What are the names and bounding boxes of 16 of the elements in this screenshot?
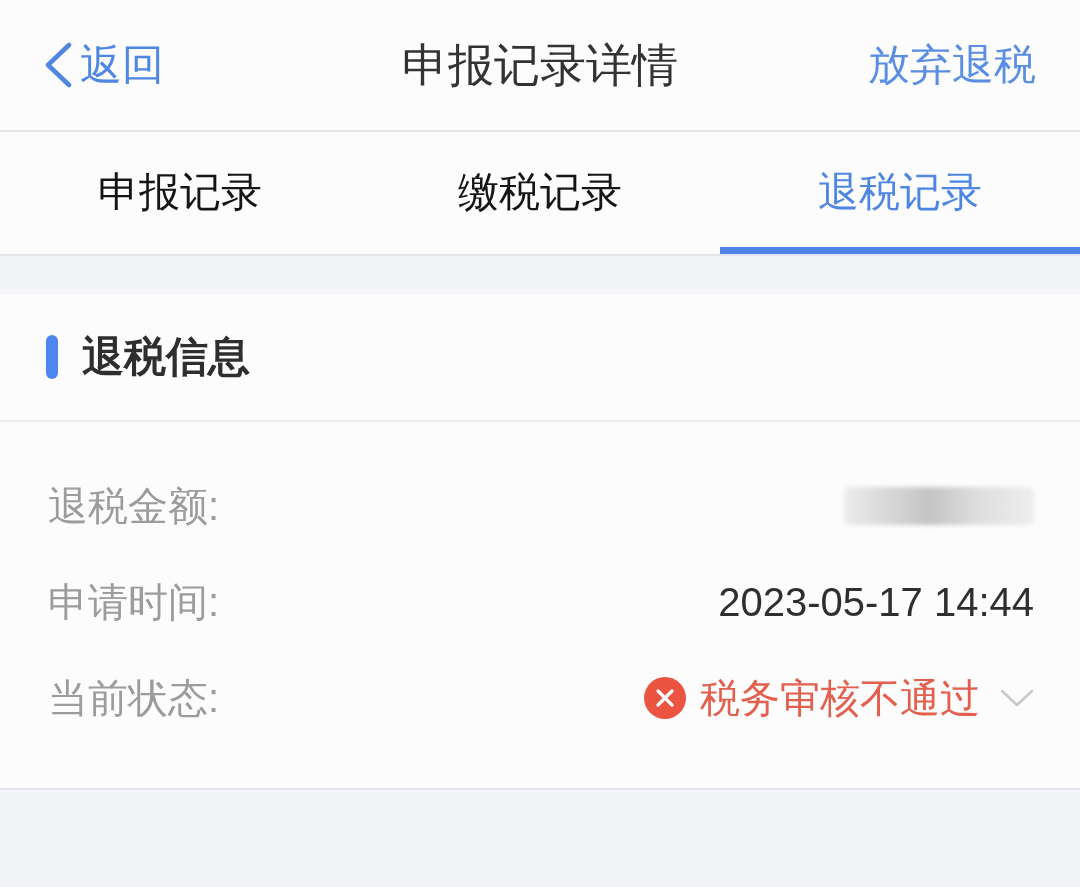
back-chevron-icon	[44, 42, 72, 88]
section-title: 退税信息	[82, 336, 250, 378]
tab[interactable]: 退税记录	[720, 132, 1080, 254]
tab[interactable]: 缴税记录	[360, 132, 720, 254]
field-label: 申请时间:	[48, 582, 220, 622]
field-value: 2023-05-17 14:44	[718, 582, 1034, 622]
abandon-refund-link[interactable]: 放弃退税	[868, 44, 1036, 86]
page-title: 申报记录详情	[402, 42, 678, 88]
section-accent-bar	[46, 335, 58, 379]
field-label: 退税金额:	[48, 486, 220, 526]
back-button[interactable]: 返回	[44, 42, 164, 88]
field-label: 当前状态:	[48, 678, 220, 718]
tab[interactable]: 申报记录	[0, 132, 360, 254]
status-text: 税务审核不通过	[700, 678, 980, 718]
chevron-icon[interactable]	[1000, 689, 1034, 707]
error-icon	[644, 677, 686, 719]
